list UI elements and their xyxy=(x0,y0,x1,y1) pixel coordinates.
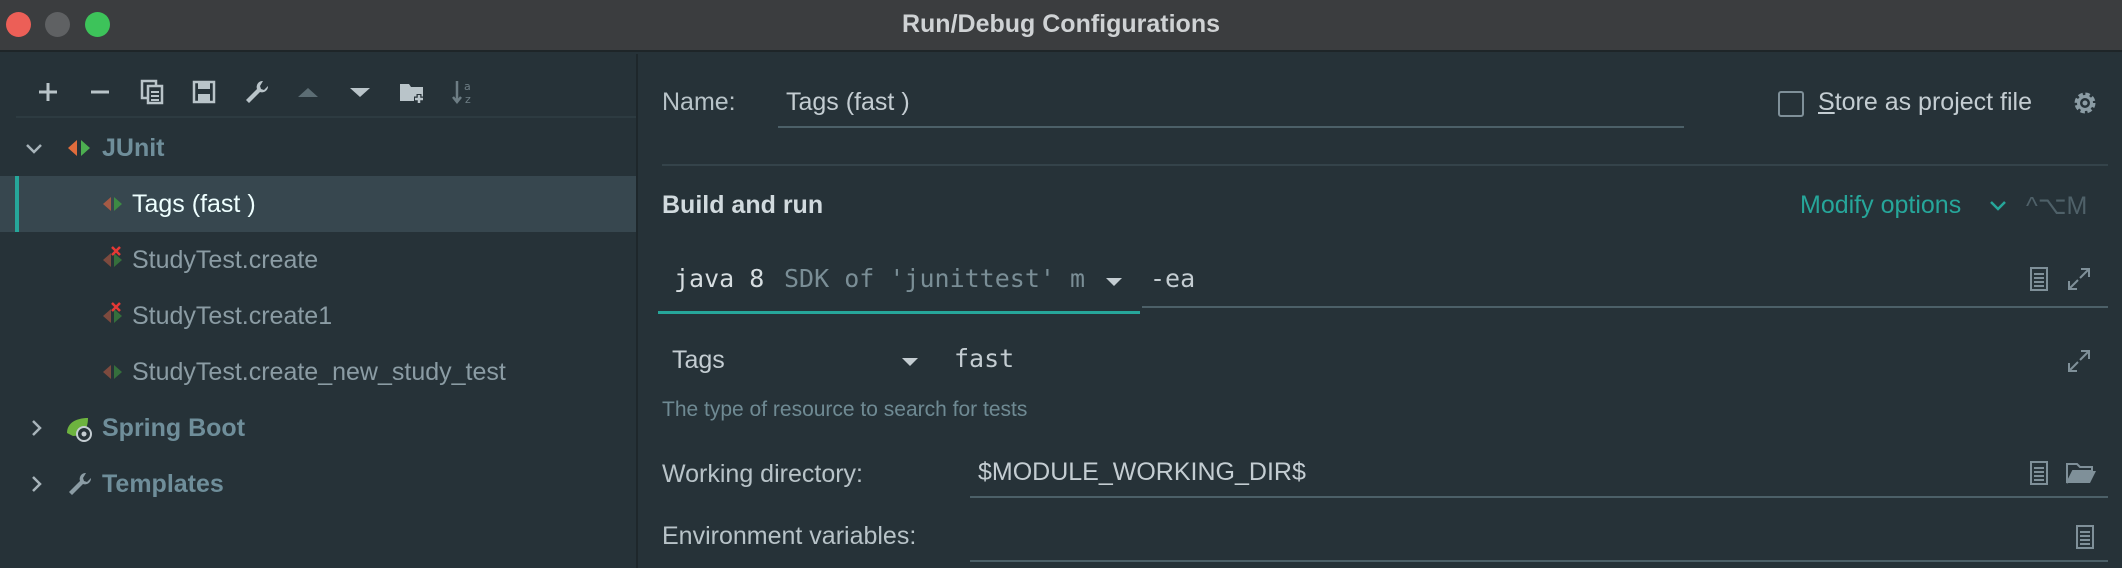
configurations-toolbar: az xyxy=(22,74,490,110)
new-folder-icon xyxy=(400,84,424,104)
tree-group-label: Templates xyxy=(102,469,224,498)
chevron-right-icon[interactable] xyxy=(24,472,48,496)
name-field[interactable]: Tags (fast ) xyxy=(778,80,1684,128)
modify-options-shortcut: ^⌥M xyxy=(2026,192,2088,220)
test-kind-combo[interactable]: Tags xyxy=(658,336,936,386)
move-down-button[interactable] xyxy=(334,74,386,110)
environment-variables-field[interactable] xyxy=(970,510,2108,562)
junit-config-icon xyxy=(103,197,122,211)
create-folder-button[interactable] xyxy=(386,74,438,110)
store-as-project-file-checkbox[interactable] xyxy=(1778,91,1804,117)
chevron-right-icon[interactable] xyxy=(24,416,48,440)
arrow-up-icon xyxy=(298,88,318,97)
tree-item-label: StudyTest.create1 xyxy=(132,301,333,330)
minus-icon xyxy=(91,90,109,94)
name-value: Tags (fast ) xyxy=(786,88,910,116)
store-label-rest: tore as project file xyxy=(1834,88,2033,116)
tree-group-label: JUnit xyxy=(102,133,165,162)
vm-options-field[interactable]: -ea xyxy=(1142,250,2108,308)
remove-configuration-button[interactable] xyxy=(74,74,126,110)
selection-indicator xyxy=(15,176,19,232)
tag-expression-value: fast xyxy=(954,344,1015,373)
sort-alpha-icon: az xyxy=(452,80,471,106)
working-directory-field[interactable]: $MODULE_WORKING_DIR$ xyxy=(970,446,2108,498)
build-and-run-title: Build and run xyxy=(662,191,824,219)
junit-config-icon xyxy=(103,365,122,379)
wrench-icon xyxy=(246,80,269,103)
environment-variables-label: Environment variables: xyxy=(662,522,917,550)
window-title: Run/Debug Configurations xyxy=(901,10,1221,38)
plus-icon xyxy=(39,83,57,101)
section-separator xyxy=(662,164,2108,166)
folder-open-icon[interactable] xyxy=(2064,458,2098,488)
jre-combo[interactable]: java 8 SDK of 'junittest' m xyxy=(658,250,1140,314)
title-bar: Run/Debug Configurations xyxy=(0,0,2122,52)
tree-separator xyxy=(16,116,636,118)
jre-version: java 8 xyxy=(674,264,765,293)
tree-group-junit[interactable]: JUnit xyxy=(0,120,636,176)
configurations-panel: az JUnit Tags (fast ) StudyTest.create S… xyxy=(0,54,636,568)
store-as-project-file-label[interactable]: Store as project file xyxy=(1818,88,2032,117)
name-label: Name: xyxy=(662,88,736,116)
save-configuration-button[interactable] xyxy=(178,74,230,110)
dropdown-arrow-icon xyxy=(1106,278,1122,286)
tree-item-label: Tags (fast ) xyxy=(132,189,256,218)
svg-text:a: a xyxy=(464,80,471,93)
tree-item-label: StudyTest.create_new_study_test xyxy=(132,357,506,386)
copy-configuration-button[interactable] xyxy=(126,74,178,110)
expand-icon[interactable] xyxy=(2064,264,2094,294)
document-icon[interactable] xyxy=(2024,264,2054,294)
junit-config-error-icon xyxy=(103,302,122,323)
modify-options-link[interactable]: Modify options xyxy=(1800,191,1961,220)
tree-group-templates[interactable]: Templates xyxy=(0,456,636,512)
mnemonic-letter: S xyxy=(1818,88,1835,116)
tree-item-tags-fast[interactable]: Tags (fast ) xyxy=(0,176,636,232)
arrow-down-icon xyxy=(350,88,370,97)
sort-alphabetically-button[interactable]: az xyxy=(438,74,490,110)
copy-icon xyxy=(140,79,164,105)
tree-item-studytest-create[interactable]: StudyTest.create xyxy=(0,232,636,288)
vm-options-value: -ea xyxy=(1150,264,1196,293)
save-icon xyxy=(192,80,216,104)
document-icon[interactable] xyxy=(2070,522,2100,552)
edit-templates-button[interactable] xyxy=(230,74,282,110)
junit-config-error-icon xyxy=(103,246,122,267)
jre-detail: SDK of 'junittest' m xyxy=(784,264,1086,293)
working-directory-label: Working directory: xyxy=(662,460,863,488)
junit-icon xyxy=(68,140,90,156)
svg-text:z: z xyxy=(465,93,471,106)
tree-group-spring-boot[interactable]: Spring Boot xyxy=(0,400,636,456)
chevron-down-icon[interactable] xyxy=(1986,191,2010,219)
dropdown-arrow-icon xyxy=(902,358,918,366)
add-configuration-button[interactable] xyxy=(22,74,74,110)
wrench-icon xyxy=(69,472,92,495)
tag-expression-field[interactable]: fast xyxy=(946,336,2108,386)
expand-icon[interactable] xyxy=(2064,346,2094,376)
gear-icon[interactable] xyxy=(2070,88,2100,118)
document-icon[interactable] xyxy=(2024,458,2054,488)
test-kind-value: Tags xyxy=(672,346,725,374)
move-up-button[interactable] xyxy=(282,74,334,110)
spring-boot-icon xyxy=(67,418,92,442)
chevron-down-icon[interactable] xyxy=(22,136,46,160)
working-directory-value: $MODULE_WORKING_DIR$ xyxy=(978,458,1306,486)
tag-hint-text: The type of resource to search for tests xyxy=(662,398,1028,421)
tree-item-label: StudyTest.create xyxy=(132,245,319,274)
panel-divider[interactable] xyxy=(636,54,638,568)
tree-item-studytest-create-new-study-test[interactable]: StudyTest.create_new_study_test xyxy=(0,344,636,400)
tree-item-studytest-create1[interactable]: StudyTest.create1 xyxy=(0,288,636,344)
tree-group-label: Spring Boot xyxy=(102,413,246,442)
